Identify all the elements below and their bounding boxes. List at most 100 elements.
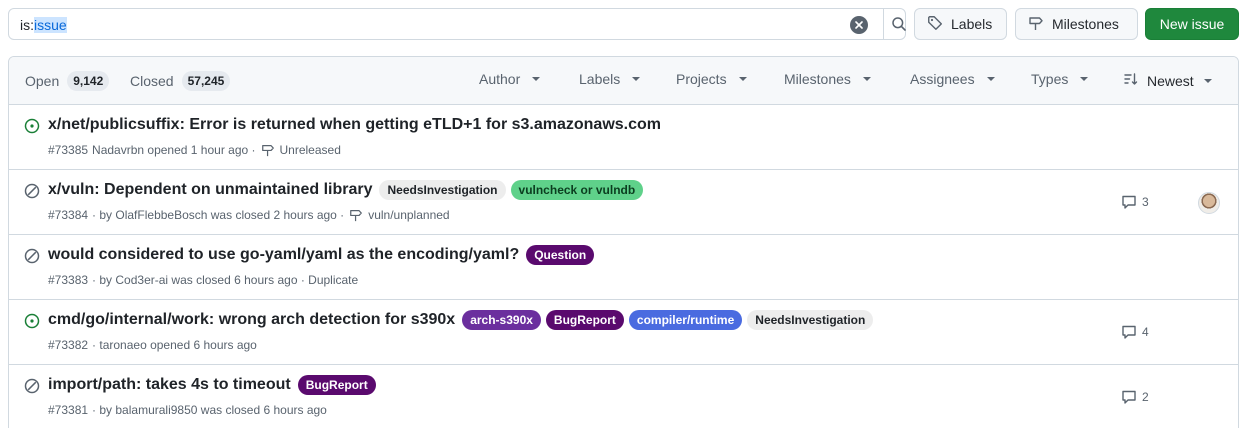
issue-meta-text: · by Cod3er-ai was closed 6 hours ago · … [92,273,359,287]
issue-meta-text: · by OlafFlebbeBosch was closed 2 hours … [92,208,345,222]
chevron-down-icon [862,77,871,81]
milestone-icon [260,143,276,157]
issue-title-link[interactable]: x/net/publicsuffix: Error is returned wh… [48,113,661,137]
issue-label[interactable]: arch-s390x [462,310,541,330]
issue-number: #73385 [48,143,89,157]
issue-title-link[interactable]: would considered to use go-yaml/yaml as … [48,243,519,267]
chevron-down-icon [532,77,541,81]
sort-dropdown[interactable]: Newest [1123,71,1212,90]
milestones-button-label: Milestones [1052,16,1119,32]
issue-row[interactable]: cmd/go/internal/work: wrong arch detecti… [9,300,1238,365]
issue-meta: #73382 · taronaeo opened 6 hours ago [48,338,257,352]
labels-button[interactable]: Labels [914,8,1007,40]
labels-filter-label: Labels [579,71,621,87]
issue-meta: #73383 · by Cod3er-ai was closed 6 hours … [48,273,358,287]
issue-row[interactable]: import/path: takes 4s to timeout BugRepor… [9,365,1238,428]
issue-number: #73381 [48,403,89,417]
search-icon[interactable] [885,9,913,39]
issue-label[interactable]: vulncheck or vulndb [510,180,644,200]
new-issue-button-label: New issue [1159,16,1225,32]
issue-row[interactable]: would considered to use go-yaml/yaml as … [9,235,1238,300]
issue-label[interactable]: NeedsInvestigation [747,310,874,330]
issue-label[interactable]: Question [526,245,595,265]
issue-closed-icon [24,248,40,264]
milestones-filter[interactable]: Milestones [784,71,871,87]
milestone-icon [1028,15,1044,34]
comments-link[interactable]: 4 [1121,324,1149,340]
issue-milestone-link[interactable]: vuln/unplanned [368,208,449,222]
projects-filter[interactable]: Projects [676,71,747,87]
search-input[interactable]: is:issue [8,8,906,40]
assignees-filter[interactable]: Assignees [910,71,995,87]
open-count-badge: 9,142 [67,71,110,91]
issue-closed-icon [24,378,40,394]
issue-opened-icon [24,313,40,329]
milestones-button[interactable]: Milestones [1015,8,1138,40]
open-tab-label: Open [25,73,60,89]
milestones-filter-label: Milestones [784,71,851,87]
issue-title-line: import/path: takes 4s to timeout BugRepor… [48,373,376,397]
comments-link[interactable]: 3 [1121,194,1149,210]
assignees-filter-label: Assignees [910,71,975,87]
issue-label[interactable]: NeedsInvestigation [379,180,506,200]
issue-title-link[interactable]: import/path: takes 4s to timeout [48,373,291,397]
issue-title-line: would considered to use go-yaml/yaml as … [48,243,595,267]
issue-title-link[interactable]: x/vuln: Dependent on unmaintained librar… [48,178,372,202]
milestone-icon [348,208,364,222]
author-filter[interactable]: Author [479,71,541,87]
issue-opened-icon [24,118,40,134]
labels-filter[interactable]: Labels [579,71,641,87]
issue-milestone-link[interactable]: Unreleased [280,143,341,157]
closed-tab-label: Closed [130,73,174,89]
clear-search-icon[interactable] [850,16,868,34]
issue-number: #73383 [48,273,89,287]
closed-count-badge: 57,245 [181,71,231,91]
issues-list: Open 9,142 Closed 57,245 Author Labels P… [8,56,1239,428]
tag-icon [927,15,943,34]
chevron-down-icon [1080,77,1089,81]
projects-filter-label: Projects [676,71,727,87]
comments-link[interactable]: 2 [1121,389,1149,405]
comment-count: 3 [1142,195,1149,209]
issue-number: #73382 [48,338,89,352]
comment-icon [1121,389,1137,405]
search-divider [883,9,884,39]
comment-icon [1121,194,1137,210]
issue-meta-text: · taronaeo opened 6 hours ago [92,338,257,352]
issue-label[interactable]: BugReport [297,375,376,395]
new-issue-button[interactable]: New issue [1145,8,1239,40]
issue-title-link[interactable]: cmd/go/internal/work: wrong arch detecti… [48,308,455,332]
issue-label[interactable]: compiler/runtime [628,310,743,330]
issues-toolbar: is:issue Labels Milestones New issue [0,0,1251,48]
issue-row[interactable]: x/net/publicsuffix: Error is returned wh… [9,105,1238,170]
types-filter-label: Types [1031,71,1069,87]
sort-label: Newest [1147,72,1194,89]
open-issues-tab[interactable]: Open 9,142 [25,71,110,91]
issue-title-line: cmd/go/internal/work: wrong arch detecti… [48,308,874,332]
issue-label[interactable]: BugReport [545,310,624,330]
issue-meta-text: Nadavrbn opened 1 hour ago · [92,143,256,157]
issue-closed-icon [24,183,40,199]
search-query: is:issue [20,17,67,33]
issue-title-line: x/net/publicsuffix: Error is returned wh… [48,113,663,137]
issue-meta-text: · by balamurali9850 was closed 6 hours a… [92,403,327,417]
author-filter-label: Author [479,71,521,87]
comment-count: 4 [1142,325,1149,339]
issues-list-header: Open 9,142 Closed 57,245 Author Labels P… [9,57,1238,105]
closed-issues-tab[interactable]: Closed 57,245 [130,71,231,91]
issue-title-line: x/vuln: Dependent on unmaintained librar… [48,178,644,202]
labels-button-label: Labels [951,16,993,32]
comment-count: 2 [1142,390,1149,404]
issue-row[interactable]: x/vuln: Dependent on unmaintained librar… [9,170,1238,235]
comment-icon [1121,324,1137,340]
assignee-avatar[interactable] [1198,192,1220,214]
issue-meta: #73384 · by OlafFlebbeBosch was closed 2 … [48,208,450,222]
types-filter[interactable]: Types [1031,71,1089,87]
issue-meta: #73381 · by balamurali9850 was closed 6 h… [48,403,327,417]
chevron-down-icon [1203,78,1212,83]
issue-number: #73384 [48,208,89,222]
issue-meta: #73385 Nadavrbn opened 1 hour ago · Unrele… [48,143,341,157]
chevron-down-icon [632,77,641,81]
chevron-down-icon [738,77,747,81]
sort-icon [1123,71,1139,90]
